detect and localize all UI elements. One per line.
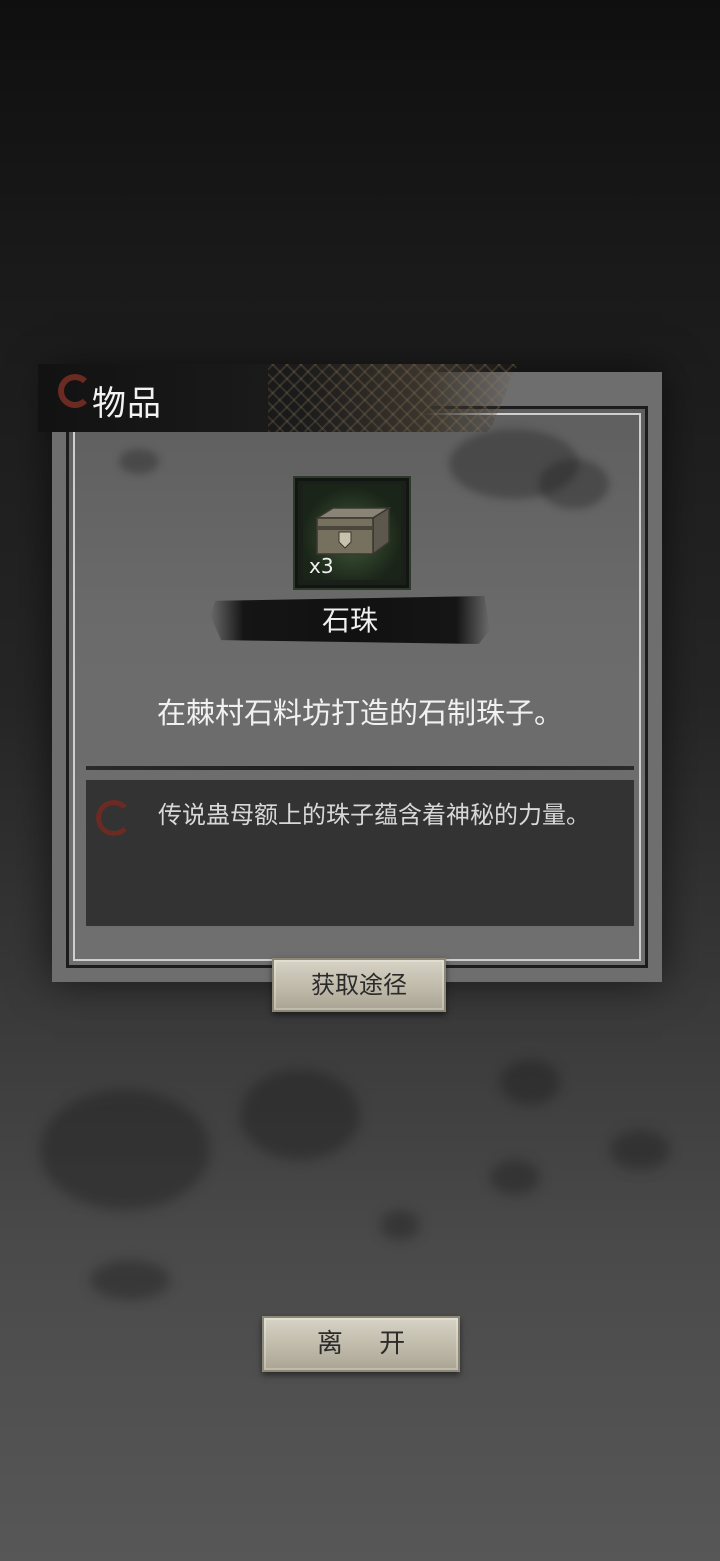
- ink-blot: [90, 1260, 170, 1300]
- ink-blot: [500, 1060, 560, 1105]
- panel-title: 物品: [92, 384, 162, 424]
- item-slot[interactable]: x3: [293, 476, 411, 590]
- item-name: 石珠: [321, 604, 378, 637]
- header-pattern: [268, 364, 518, 432]
- item-description: 在棘村石料坊打造的石制珠子。: [156, 696, 563, 730]
- ink-circle-icon: [58, 374, 92, 408]
- ink-splash: [539, 459, 609, 509]
- ink-blot: [240, 1070, 360, 1160]
- ink-circle-icon: [96, 800, 132, 836]
- lore-box: 传说蛊母额上的珠子蕴含着神秘的力量。: [86, 780, 634, 926]
- ink-blot: [380, 1210, 420, 1240]
- divider: [86, 766, 634, 770]
- ink-blot: [490, 1160, 540, 1195]
- acquire-source-button[interactable]: 获取途径: [272, 958, 446, 1012]
- lore-text: 传说蛊母额上的珠子蕴含着神秘的力量。: [158, 801, 590, 829]
- ink-splash: [119, 449, 159, 474]
- panel-header: 物品: [38, 364, 518, 432]
- ink-blot: [40, 1090, 210, 1210]
- item-count: x3: [309, 554, 334, 578]
- stone-chest-icon: [314, 506, 392, 556]
- ink-blot: [610, 1130, 670, 1170]
- leave-button[interactable]: 离 开: [262, 1316, 460, 1372]
